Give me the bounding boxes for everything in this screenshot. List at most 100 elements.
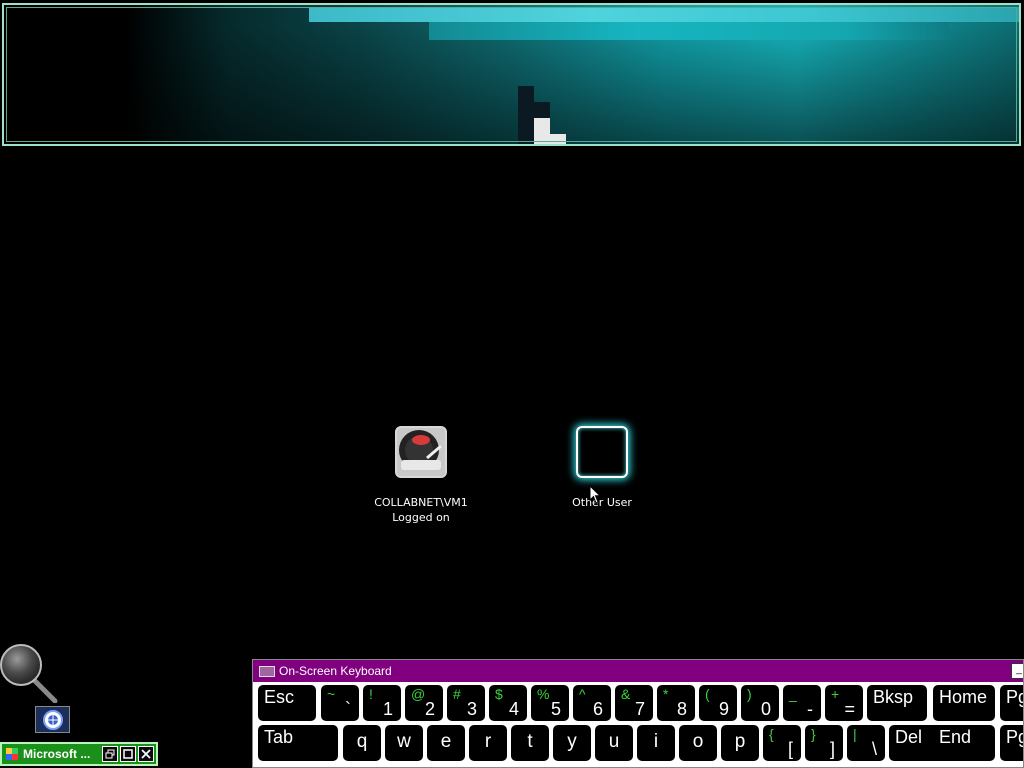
- key-t[interactable]: t: [511, 725, 549, 761]
- key-shift-label: !: [369, 686, 373, 702]
- key-label: y: [567, 731, 577, 752]
- blank-user-icon: [576, 426, 628, 478]
- key-u[interactable]: u: [595, 725, 633, 761]
- key-shift-label: |: [853, 726, 857, 742]
- key-label: =: [844, 699, 855, 719]
- magnifier-settings-icon[interactable]: [35, 706, 70, 733]
- on-screen-keyboard[interactable]: On-Screen Keyboard _ Esc ~ `! 1 @2 #3 $4% 5 ^ 6 & 7…: [252, 659, 1024, 768]
- key-label: ]: [829, 739, 835, 759]
- minimize-button[interactable]: _: [1011, 663, 1023, 679]
- key-label: \: [871, 739, 877, 759]
- key-shift-label: #: [453, 686, 461, 702]
- key-=[interactable]: + =: [825, 685, 863, 721]
- key-[[interactable]: {[: [763, 725, 801, 761]
- key-shift-label: &: [621, 686, 631, 702]
- key-shift-label: %: [537, 686, 550, 702]
- key-bksp[interactable]: Bksp: [867, 685, 927, 721]
- key-label: r: [484, 731, 492, 752]
- key-label: 2: [424, 699, 435, 719]
- minimized-window[interactable]: Microsoft ...: [0, 742, 158, 766]
- application-icon: [6, 748, 18, 760]
- key-home[interactable]: Home: [933, 685, 995, 721]
- key-label: i: [653, 731, 659, 752]
- magnifying-glass-icon[interactable]: [0, 643, 60, 703]
- key-shift-label: ): [747, 686, 752, 702]
- key-\[interactable]: | \: [847, 725, 885, 761]
- key-e[interactable]: e: [427, 725, 465, 761]
- key-2[interactable]: @2: [405, 685, 443, 721]
- restore-icon: [105, 749, 115, 759]
- key-shift-label: ^: [579, 686, 586, 702]
- key-label: Del: [895, 727, 923, 747]
- key-shift-label: *: [663, 686, 669, 702]
- key-w[interactable]: w: [385, 725, 423, 761]
- key-label: o: [692, 731, 704, 752]
- maximize-icon: [123, 749, 133, 759]
- key-end[interactable]: End: [933, 725, 995, 761]
- key-3[interactable]: #3: [447, 685, 485, 721]
- user-status: Logged on: [392, 511, 450, 524]
- key-label: Bksp: [873, 687, 914, 707]
- key-shift-label: $: [495, 686, 503, 702]
- key-7[interactable]: & 7: [615, 685, 653, 721]
- key-label: 3: [466, 699, 477, 719]
- key-label: Pg: [1006, 687, 1023, 707]
- key-4[interactable]: $4: [489, 685, 527, 721]
- user-tile-vm1[interactable]: COLLABNET\VM1 Logged on: [364, 426, 478, 525]
- key-label: t: [527, 731, 533, 752]
- key-r[interactable]: r: [469, 725, 507, 761]
- key-pg[interactable]: Pg: [1000, 685, 1023, 721]
- key-label: 6: [592, 699, 603, 719]
- osk-title: On-Screen Keyboard: [279, 664, 392, 678]
- magnifier-view: [2, 3, 1021, 146]
- key-label: 0: [760, 699, 771, 719]
- key-9[interactable]: (9: [699, 685, 737, 721]
- key-i[interactable]: i: [637, 725, 675, 761]
- key-6[interactable]: ^ 6: [573, 685, 611, 721]
- key--[interactable]: _ -: [783, 685, 821, 721]
- key-o[interactable]: o: [679, 725, 717, 761]
- key-y[interactable]: y: [553, 725, 591, 761]
- key-shift-label: +: [831, 686, 840, 702]
- key-label: 5: [550, 699, 561, 719]
- key-label: e: [440, 731, 452, 752]
- key-label: q: [356, 731, 368, 752]
- maximize-button[interactable]: [120, 746, 136, 762]
- key-label: u: [608, 731, 620, 752]
- key-label: [: [787, 739, 793, 759]
- key-label: 9: [718, 699, 729, 719]
- key-shift-label: {: [769, 726, 774, 742]
- key-tab[interactable]: Tab: [258, 725, 338, 761]
- key-`[interactable]: ~ `: [321, 685, 359, 721]
- close-button[interactable]: [138, 746, 154, 762]
- key-8[interactable]: * 8: [657, 685, 695, 721]
- key-label: 4: [508, 699, 519, 719]
- key-label: 7: [634, 699, 645, 719]
- user-name: COLLABNET\VM1: [374, 496, 468, 509]
- key-label: `: [345, 699, 351, 719]
- key-0[interactable]: ) 0: [741, 685, 779, 721]
- key-label: p: [734, 731, 746, 752]
- key-shift-label: (: [705, 686, 710, 702]
- key-5[interactable]: % 5: [531, 685, 569, 721]
- key-pg[interactable]: Pg: [1000, 725, 1023, 761]
- compass-icon: [42, 709, 63, 730]
- window-title: Microsoft ...: [23, 747, 91, 761]
- key-p[interactable]: p: [721, 725, 759, 761]
- key-q[interactable]: q: [343, 725, 381, 761]
- key-label: w: [397, 731, 411, 752]
- restore-button[interactable]: [102, 746, 118, 762]
- key-1[interactable]: ! 1: [363, 685, 401, 721]
- key-label: Esc: [264, 687, 295, 707]
- key-][interactable]: }]: [805, 725, 843, 761]
- turntable-icon: [395, 426, 447, 478]
- osk-titlebar[interactable]: On-Screen Keyboard _: [253, 660, 1023, 684]
- key-shift-label: ~: [327, 686, 336, 702]
- key-shift-label: }: [811, 726, 816, 742]
- key-label: End: [939, 727, 972, 747]
- keyboard-icon: [259, 665, 275, 677]
- key-esc[interactable]: Esc: [258, 685, 316, 721]
- key-label: 8: [676, 699, 687, 719]
- magnifier-inner-border: [6, 7, 1017, 142]
- key-label: Home: [939, 687, 988, 707]
